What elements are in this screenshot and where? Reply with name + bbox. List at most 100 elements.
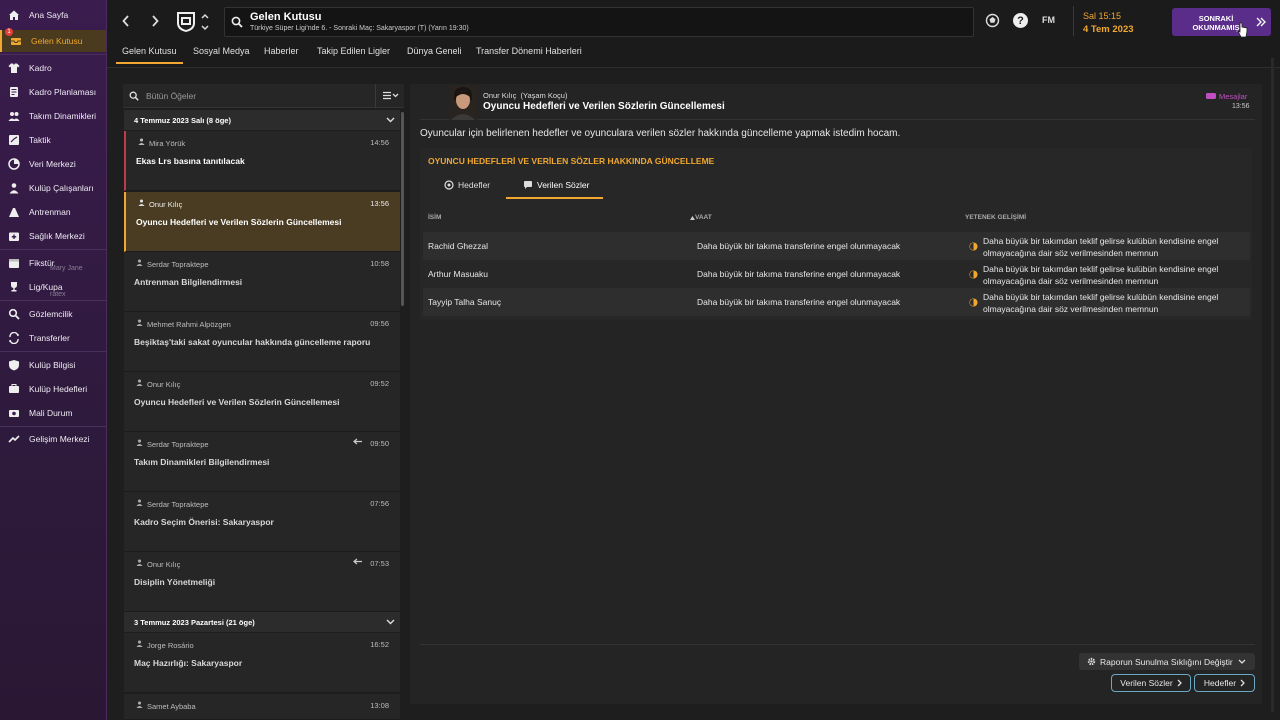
list-item[interactable]: Serdar Topraktepe 09:50 Takım Dinamikler… (124, 432, 400, 492)
page-title: Gelen Kutusu (250, 11, 322, 23)
calendar-icon (8, 257, 20, 269)
date-group-header[interactable]: 4 Temmuz 2023 Salı (8 öge) (124, 110, 400, 130)
home-icon (8, 9, 20, 21)
column-header-promise[interactable]: VAAT (690, 214, 712, 221)
ghost-label: Mary Jane (50, 265, 83, 272)
sidebar-item-development[interactable]: Gelişim Merkezi (0, 428, 106, 450)
sidebar-item-label: Mali Durum (29, 408, 73, 418)
date-group-header[interactable]: 3 Temmuz 2023 Pazartesi (21 öge) (124, 612, 400, 632)
list-item[interactable]: Mira Yörük 14:56 Ekas Lrs basına tanıtıl… (124, 131, 400, 191)
list-item-selected[interactable]: Onur Kılıç 13:56 Oyuncu Hedefleri ve Ver… (124, 192, 400, 252)
menu-icon (383, 91, 399, 100)
back-button[interactable] (117, 11, 135, 31)
page-scrollbar[interactable] (1271, 58, 1274, 712)
sidebar-item-staff[interactable]: Kulüp Çalışanları (0, 177, 106, 199)
column-header-development[interactable]: YETENEK GELİŞİMİ (965, 214, 1026, 221)
club-crest-icon[interactable] (175, 9, 197, 33)
list-item[interactable]: Serdar Topraktepe 07:56 Kadro Seçim Öner… (124, 492, 400, 552)
ball-icon[interactable] (985, 13, 1000, 28)
sidebar-item-squad[interactable]: Kadro (0, 57, 106, 79)
tab-transfer-window-news[interactable]: Transfer Dönemi Haberleri (476, 46, 582, 56)
report-frequency-button[interactable]: Raporun Sunulma Sıklığını Değiştir (1079, 653, 1255, 670)
tab-news[interactable]: Haberler (264, 46, 299, 56)
sidebar-item-label: Takım Dinamikleri (29, 111, 97, 121)
promises-button[interactable]: Verilen Sözler (1111, 674, 1191, 692)
list-filter-bar: Bütün Öğeler (123, 84, 404, 108)
message-sender: Onur Kılıç (147, 560, 181, 569)
next-unread-button[interactable]: SONRAKİ OKUNMAMIŞ (1172, 8, 1271, 36)
subtab-promises[interactable]: Verilen Sözler (523, 180, 589, 190)
list-item[interactable]: Samet Aybaba 13:08 (124, 694, 400, 720)
message-subject: Antrenman Bilgilendirmesi (134, 277, 243, 287)
page-subtitle: Türkiye Süper Ligi'nde 6. - Sonraki Maç:… (250, 25, 469, 32)
targets-button[interactable]: Hedefler (1194, 674, 1255, 692)
reply-icon (353, 558, 362, 565)
sidebar-item-competitions[interactable]: Lig/Kupa ratex (0, 276, 106, 298)
message-time: 10:58 (370, 259, 389, 268)
sidebar-item-fixtures[interactable]: Fikstür Mary Jane (0, 252, 106, 274)
sidebar-item-club-info[interactable]: Kulüp Bilgisi (0, 354, 106, 376)
sidebar-item-data-hub[interactable]: Veri Merkezi (0, 153, 106, 175)
column-header-name[interactable]: İSİM (428, 214, 441, 221)
sidebar-item-label: Gelişim Merkezi (29, 434, 90, 444)
sidebar-item-team-dynamics[interactable]: Takım Dinamikleri (0, 105, 106, 127)
table-row[interactable]: Rachid Ghezzal Daha büyük bir takıma tra… (423, 232, 1250, 260)
list-item[interactable]: Onur Kılıç 09:52 Oyuncu Hedefleri ve Ver… (124, 372, 400, 432)
person-icon (136, 379, 143, 386)
list-item[interactable]: Mehmet Rahmi Alpözgen 09:56 Beşiktaş'tak… (124, 312, 400, 372)
sidebar-item-label: Kadro (29, 63, 52, 73)
list-item[interactable]: Serdar Topraktepe 10:58 Antrenman Bilgil… (124, 252, 400, 312)
list-scrollbar[interactable] (401, 112, 404, 306)
chevron-right-icon (1177, 679, 1182, 687)
tab-world-news[interactable]: Dünya Geneli (407, 46, 462, 56)
header-search-bar[interactable]: Gelen Kutusu Türkiye Süper Ligi'nde 6. -… (224, 7, 974, 37)
forward-button[interactable] (146, 11, 164, 31)
inbox-tabs: Gelen Kutusu Sosyal Medya Haberler Takip… (107, 42, 1280, 68)
player-name[interactable]: Rachid Ghezzal (428, 241, 488, 251)
sidebar-item-scouting[interactable]: Gözlemcilik (0, 303, 106, 325)
tab-followed-leagues[interactable]: Takip Edilen Ligler (317, 46, 390, 56)
current-date: 4 Tem 2023 (1083, 24, 1134, 35)
player-name[interactable]: Tayyip Talha Sanuç (428, 297, 501, 307)
table-row[interactable]: Tayyip Talha Sanuç Daha büyük bir takıma… (423, 288, 1250, 316)
sidebar-item-training[interactable]: Antrenman (0, 201, 106, 223)
chevron-down-icon (1238, 659, 1246, 664)
finance-icon (8, 407, 20, 419)
message-subject: Ekas Lrs basına tanıtılacak (136, 156, 245, 166)
scouting-icon (8, 308, 20, 320)
list-item[interactable]: Jorge Rosário 16:52 Maç Hazırlığı: Sakar… (124, 633, 400, 693)
sidebar-item-transfers[interactable]: Transferler (0, 327, 106, 349)
message-category[interactable]: Mesajlar (1206, 92, 1247, 101)
message-time: 16:52 (370, 640, 389, 649)
list-view-menu-button[interactable] (383, 91, 399, 101)
club-switch-toggle[interactable] (201, 12, 209, 32)
subtab-targets[interactable]: Hedefler (444, 180, 490, 190)
list-item[interactable]: Onur Kılıç 07:53 Disiplin Yönetmeliği (124, 552, 400, 612)
message-sender-role[interactable]: Onur Kılıç (Yaşam Koçu) (483, 91, 567, 100)
sidebar-item-inbox[interactable]: 1 Gelen Kutusu (0, 28, 106, 52)
player-name[interactable]: Arthur Masuaku (428, 269, 488, 279)
sidebar-item-tactics[interactable]: Taktik (0, 129, 106, 151)
tab-social-media[interactable]: Sosyal Medya (193, 46, 250, 56)
gear-icon (1087, 657, 1096, 666)
tab-inbox[interactable]: Gelen Kutusu (122, 46, 177, 56)
sidebar-item-medical[interactable]: Sağlık Merkezi (0, 225, 106, 247)
sidebar-item-club-targets[interactable]: Kulüp Hedefleri (0, 378, 106, 400)
sender-avatar[interactable] (449, 86, 477, 120)
training-icon (8, 206, 20, 218)
sidebar-item-label: Gelen Kutusu (31, 36, 83, 46)
help-icon[interactable]: ? (1013, 13, 1028, 28)
mouse-cursor-icon (1237, 22, 1248, 38)
double-chevron-right-icon (1256, 17, 1266, 27)
message-time: 07:53 (370, 559, 389, 568)
sidebar-item-squad-planning[interactable]: Kadro Planlaması (0, 81, 106, 103)
sidebar-item-finances[interactable]: Mali Durum (0, 402, 106, 424)
sidebar-item-home[interactable]: Ana Sayfa (0, 4, 106, 26)
chevron-up-down-icon (201, 13, 209, 31)
fm-logo[interactable]: FM (1042, 15, 1055, 25)
table-row[interactable]: Arthur Masuaku Daha büyük bir takıma tra… (423, 260, 1250, 288)
list-search-input[interactable]: Bütün Öğeler (146, 91, 196, 101)
message-subject: Oyuncu Hedefleri ve Verilen Sözlerin Gün… (134, 397, 340, 407)
top-bar: Gelen Kutusu Türkiye Süper Ligi'nde 6. -… (107, 0, 1280, 42)
chevron-down-icon (386, 619, 395, 625)
